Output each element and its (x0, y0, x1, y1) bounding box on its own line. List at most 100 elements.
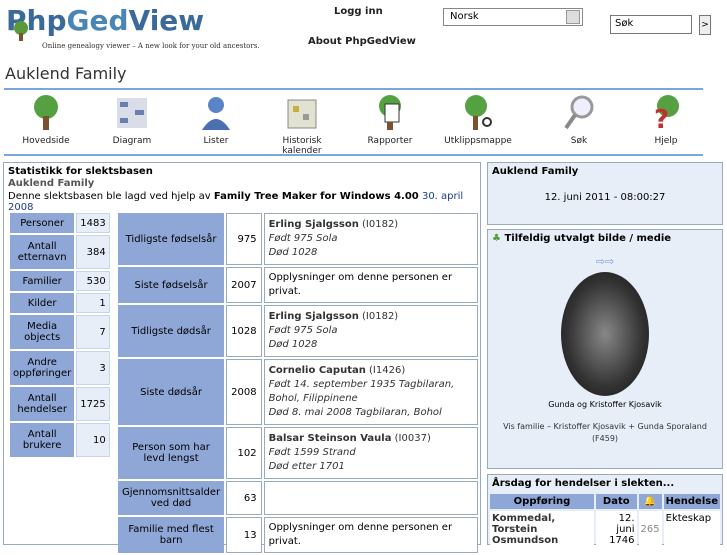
chevron-down-icon (566, 10, 580, 24)
menu-label: Rapporter (367, 136, 413, 146)
death-line: Død 8. mai 2008 Tagbilaran, Bohol (268, 407, 442, 418)
birth-line: Født 975 Sola (268, 325, 338, 336)
logo-wordmark: PhpGedView (6, 4, 205, 37)
fact-person: Erling Sjalgsson (I0182) Født 975 Sola Død… (263, 305, 478, 357)
table-row: Media objects 7 (10, 315, 110, 349)
menu-item-reports[interactable]: Rapporter (350, 94, 430, 146)
menu-item-search[interactable]: Søk (539, 94, 619, 146)
about-link[interactable]: About PhpGedView (308, 36, 416, 47)
fact-label: Familie med flest barn (118, 517, 225, 553)
count-label: Familier (10, 271, 75, 291)
anniversaries-heading: Årsdag for hendelser i slekten... (492, 478, 675, 489)
next-icon[interactable]: ⇨ (605, 255, 614, 268)
search-input[interactable]: Søk (610, 15, 692, 34)
table-row: Andre oppføringer 3 (10, 351, 110, 385)
count-label: Antall hendelser (10, 387, 75, 421)
media-photo[interactable] (561, 272, 649, 396)
column-header[interactable]: Hendelse (663, 494, 720, 509)
play-icon[interactable]: ⇨ (596, 255, 605, 268)
table-row: Siste fødselsår 2007 Opplysninger om denn… (118, 267, 478, 303)
count-value: 3 (76, 351, 110, 385)
welcome-family: Auklend Family (492, 166, 579, 177)
column-header[interactable]: Dato (596, 494, 637, 509)
magnifier-icon (564, 95, 594, 130)
menu-item-clippings[interactable]: Utklippsmappe (438, 94, 518, 146)
report-icon (379, 95, 401, 130)
person-link[interactable]: Erling Sjalgsson (269, 219, 359, 230)
media-nav-arrows[interactable]: ⇨⇨ (488, 255, 722, 268)
fact-value: 975 (226, 213, 262, 265)
table-row: Familie med flest barn 13 Opplysninger om… (118, 517, 478, 553)
table-row: Kommedal, Torstein Osmundson 12. juni 17… (490, 511, 720, 548)
menu-item-lists[interactable]: Lister (176, 94, 256, 146)
anniversaries-table: Oppføring Dato 🔔 Hendelse Kommedal, Tors… (488, 492, 722, 550)
statistics-family: Auklend Family (8, 178, 95, 189)
table-row: Tidligste dødsår 1028 Erling Sjalgsson (I… (118, 305, 478, 357)
person-link[interactable]: Erling Sjalgsson (269, 311, 359, 322)
count-label: Media objects (10, 315, 75, 349)
anniversary-person-link[interactable]: Kommedal, Torstein Osmundson (490, 511, 594, 548)
count-label: Antall brukere (10, 423, 75, 457)
counts-table: Personer 1483 Antall etternavn 384 Familie… (8, 211, 112, 459)
menu-label: Historisk kalender (282, 136, 322, 156)
fact-value: 63 (226, 481, 262, 515)
count-value: 7 (76, 315, 110, 349)
facts-table: Tidligste fødselsår 975 Erling Sjalgsson … (116, 211, 480, 555)
statistics-heading: Statistikk for slektsbasen (8, 166, 153, 177)
menu-item-charts[interactable]: Diagram (92, 94, 172, 146)
person-link[interactable]: Cornelio Caputan (269, 365, 366, 376)
fact-value: 2007 (226, 267, 262, 303)
statistics-panel: Statistikk for slektsbasen Auklend Famil… (3, 162, 481, 553)
count-value: 1 (76, 293, 110, 313)
menu-item-calendar[interactable]: Historisk kalender (262, 94, 342, 156)
death-line: Død 1028 (268, 247, 318, 258)
column-header[interactable]: Oppføring (490, 494, 594, 509)
menu-label: Diagram (112, 136, 152, 146)
person-icon (202, 97, 230, 130)
person-id: (I0182) (362, 219, 399, 230)
bell-icon[interactable]: 🔔 (638, 494, 662, 509)
search-go-button[interactable]: > (699, 15, 711, 35)
table-row: Kilder 1 (10, 293, 110, 313)
calendar-icon (287, 99, 317, 129)
death-line: Død etter 1701 (268, 461, 345, 472)
person-id: (I1426) (369, 365, 406, 376)
count-value: 530 (76, 271, 110, 291)
menu-item-home[interactable]: Hovedside (6, 94, 86, 146)
menu-label: Utklippsmappe (444, 136, 512, 146)
menu-label: Hovedside (22, 136, 70, 146)
fact-label: Tidligste fødselsår (118, 213, 225, 265)
anniversary-date: 12. juni 1746 (596, 511, 637, 548)
count-value: 384 (76, 235, 110, 269)
count-label: Kilder (10, 293, 75, 313)
count-value: 1725 (76, 387, 110, 421)
person-link[interactable]: Balsar Steinson Vaula (269, 433, 392, 444)
language-value: Norsk (450, 11, 479, 22)
tree-icon (34, 95, 58, 130)
clippings-icon (465, 95, 492, 130)
table-row: Familier 530 (10, 271, 110, 291)
media-family-link[interactable]: Vis familie – Kristoffer Kjosavik + Gund… (488, 421, 722, 445)
built-prefix: Denne slektsbasen ble lagd ved hjelp av (8, 191, 214, 202)
fact-label: Tidligste dødsår (118, 305, 225, 357)
fact-value: 1028 (226, 305, 262, 357)
table-row: Person som har levd lengst 102 Balsar Ste… (118, 427, 478, 479)
anniversary-event: Ekteskap (663, 511, 720, 548)
count-label: Antall etternavn (10, 235, 75, 269)
menu-label: Lister (203, 136, 229, 146)
logo-tagline: Online genealogy viewer – A new look for… (42, 42, 260, 50)
person-id: (I0182) (362, 311, 399, 322)
language-select[interactable]: Norsk (443, 8, 583, 26)
anniversary-years: 265 (638, 511, 662, 548)
birth-line: Født 1599 Strand (268, 447, 356, 458)
chart-icon (117, 98, 147, 128)
count-value: 10 (76, 423, 110, 457)
logo[interactable]: PhpGedView Online genealogy viewer – A n… (6, 4, 266, 50)
login-link[interactable]: Logg inn (334, 6, 383, 17)
table-row: Antall brukere 10 (10, 423, 110, 457)
table-row: Gjennomsnittsalder ved død 63 (118, 481, 478, 515)
fact-person: Erling Sjalgsson (I0182) Født 975 Sola Død… (263, 213, 478, 265)
menu-item-help[interactable]: ? Hjelp (626, 94, 706, 146)
count-label: Personer (10, 213, 75, 233)
private-notice: Opplysninger om denne personen er privat… (263, 517, 478, 553)
